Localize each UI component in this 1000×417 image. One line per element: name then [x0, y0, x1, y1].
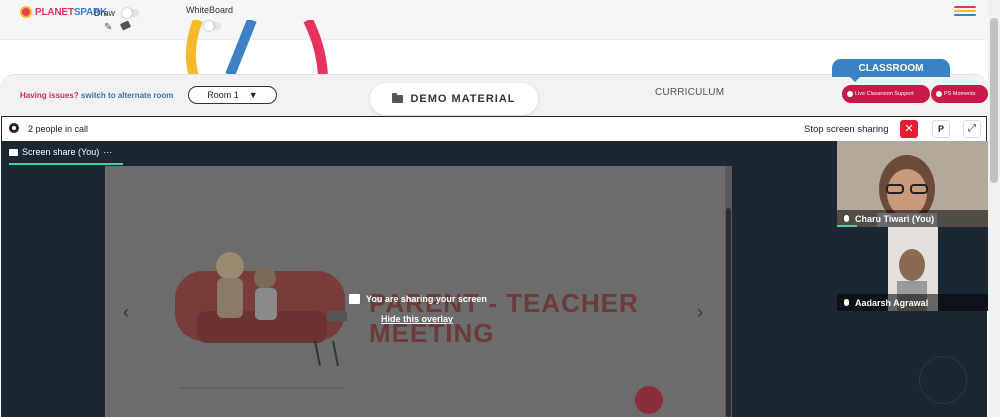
moments-icon	[936, 91, 942, 97]
mouse-cursor-icon	[748, 63, 753, 71]
participant-name-bar: Charu Tiwari (You)	[837, 210, 988, 227]
empty-stage	[732, 166, 836, 417]
participant-name: Charu Tiwari (You)	[855, 213, 935, 224]
participant-tile[interactable]: Charu Tiwari (You)	[837, 141, 988, 227]
slide-preview: PARENT - TEACHER MEETING ‹ › You are sha…	[105, 166, 725, 417]
sharing-overlay: You are sharing your screen	[349, 294, 487, 304]
share-screen-icon	[349, 294, 360, 304]
mic-icon[interactable]	[844, 299, 849, 306]
logo-icon	[20, 6, 32, 18]
stop-sharing-label: Stop screen sharing	[804, 124, 889, 135]
participant-name-bar: Aadarsh Agrawal	[837, 294, 988, 311]
hamburger-icon[interactable]	[954, 6, 976, 18]
participant-name: Aadarsh Agrawal	[855, 297, 929, 308]
shared-screen: PARENT - TEACHER MEETING ‹ › You are sha…	[105, 166, 732, 417]
page-scrollbar[interactable]	[988, 0, 1000, 417]
pip-button[interactable]: P	[932, 120, 950, 138]
classroom-toolbar: CLASSROOM Having issues? switch to alter…	[0, 59, 988, 116]
more-options-icon[interactable]: ···	[103, 147, 112, 157]
room-select-value: Room 1	[207, 90, 239, 100]
chat-launcher[interactable]	[919, 356, 967, 404]
call-header: 2 people in call Stop screen sharing ✕ P…	[1, 116, 987, 141]
participant-tile[interactable]: Aadarsh Agrawal	[837, 227, 988, 311]
eraser-icon[interactable]	[119, 20, 132, 31]
slide-scroll-thumb[interactable]	[726, 208, 731, 417]
hide-overlay-link[interactable]: Hide this overlay	[381, 314, 453, 324]
next-slide-icon[interactable]: ›	[697, 302, 703, 323]
dropdown-arrow-icon: ▼	[248, 90, 258, 100]
page-scroll-thumb[interactable]	[990, 18, 998, 183]
demo-material-button[interactable]: DEMO MATERIAL	[370, 83, 538, 115]
ps-moments-button[interactable]: PS Moments	[931, 85, 988, 103]
demo-material-label: DEMO MATERIAL	[410, 93, 516, 105]
tab-classroom[interactable]: CLASSROOM	[832, 59, 950, 82]
draw-label: Draw	[94, 8, 116, 18]
people-count: 2 people in call	[28, 124, 89, 134]
draw-toggle[interactable]	[122, 8, 139, 18]
live-support-button[interactable]: Live Classroom Support	[842, 85, 930, 103]
gear-icon[interactable]	[9, 123, 19, 133]
slide-scrollbar[interactable]	[725, 166, 732, 417]
mic-icon[interactable]	[844, 215, 849, 222]
sharing-message: You are sharing your screen	[366, 294, 487, 304]
screen-share-label: Screen share (You)	[22, 147, 100, 157]
screen-share-tab[interactable]: Screen share (You) ···	[9, 147, 112, 157]
top-bar: PLANETSPARK Draw ✎ WhiteBoard	[0, 0, 988, 40]
tab-curriculum[interactable]: CURRICULUM	[655, 87, 724, 98]
pen-icon[interactable]: ✎	[104, 22, 112, 33]
active-tab-indicator	[9, 163, 123, 165]
support-icon	[847, 91, 853, 97]
app-page: PLANETSPARK Draw ✎ WhiteBoard CLASSROOM …	[0, 0, 1000, 417]
share-fab-button[interactable]	[635, 386, 663, 414]
monitor-icon	[9, 148, 18, 156]
fullscreen-icon[interactable]: ⤢	[963, 120, 981, 138]
room-select[interactable]: Room 1 ▼	[188, 86, 277, 104]
folder-icon	[392, 93, 404, 103]
prev-slide-icon[interactable]: ‹	[123, 302, 129, 323]
having-issues-text: Having issues? switch to alternate room	[20, 91, 174, 100]
video-area: Screen share (You) ··· PARENT - TEACHER …	[1, 141, 988, 417]
alternate-room-link[interactable]: switch to alternate room	[81, 91, 173, 100]
whiteboard-label: WhiteBoard	[186, 5, 234, 15]
stop-sharing-button[interactable]: ✕	[900, 120, 918, 138]
